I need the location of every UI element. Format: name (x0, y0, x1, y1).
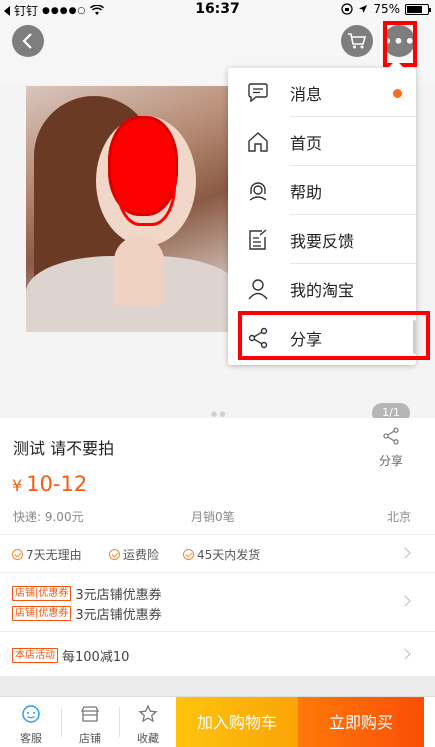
share-item-highlight (238, 311, 430, 360)
chevron-right-icon (399, 595, 411, 607)
coupon-tag: 店铺|优惠券 (12, 586, 72, 601)
home-icon (248, 131, 268, 152)
favorite-label: 收藏 (137, 732, 159, 745)
coupons-row[interactable]: 店铺|优惠券 3元店铺优惠券 店铺|优惠券 3元店铺优惠券 (0, 573, 435, 631)
battery-icon (405, 3, 431, 15)
cart-button[interactable] (341, 25, 373, 57)
cart-icon (348, 33, 367, 49)
product-price: ¥10-12 (12, 472, 87, 496)
coupon-line: 店铺|优惠券 3元店铺优惠券 (12, 604, 162, 623)
chevron-right-icon (399, 547, 411, 559)
product-share-button[interactable]: 分享 (376, 426, 406, 469)
bottom-action-bar: 客服 店铺 收藏 加入购物车 立即购买 (0, 696, 435, 747)
service-item: 45天内发货 (183, 546, 260, 563)
menu-item-feedback[interactable]: 我要反馈 (228, 215, 416, 264)
shop-icon (80, 706, 100, 722)
product-photo[interactable] (26, 86, 240, 332)
chat-bubble-icon (248, 82, 268, 102)
check-circle-icon (183, 549, 194, 560)
add-to-cart-button[interactable]: 加入购物车 (176, 697, 298, 747)
product-title: 测试 请不要拍 (13, 439, 115, 458)
feedback-icon (249, 228, 267, 250)
product-info: 测试 请不要拍 分享 ¥10-12 快递: 9.00元 月销0笔 北京 (0, 418, 435, 534)
star-icon (138, 704, 158, 723)
customer-service-icon (22, 705, 40, 723)
buy-now-button[interactable]: 立即购买 (298, 697, 424, 747)
customer-service-button[interactable]: 客服 (2, 697, 60, 747)
location-arrow-icon (359, 5, 368, 13)
price-value: 10-12 (26, 472, 88, 496)
orientation-lock-icon (341, 3, 353, 15)
chevron-left-icon (22, 33, 32, 49)
services-row[interactable]: 7天无理由 运费险 45天内发货 (0, 535, 435, 572)
activity-line: 本店活动 每100减10 (12, 646, 129, 665)
status-right: 75% (341, 2, 431, 16)
menu-item-label: 我要反馈 (290, 231, 355, 251)
activity-tag: 本店活动 (12, 648, 58, 663)
coupon-line: 店铺|优惠券 3元店铺优惠券 (12, 584, 162, 603)
unread-dot (393, 89, 402, 98)
user-icon (248, 278, 268, 299)
battery-percent: 75% (373, 2, 400, 16)
menu-item-label: 消息 (290, 84, 323, 104)
service-item: 7天无理由 (12, 546, 82, 563)
coupon-tag: 店铺|优惠券 (12, 606, 72, 621)
share-label: 分享 (378, 454, 403, 468)
shop-label: 店铺 (79, 732, 101, 745)
currency-symbol: ¥ (12, 476, 23, 495)
shop-button[interactable]: 店铺 (61, 697, 119, 747)
gallery-dots: ● ● (211, 410, 226, 418)
customer-service-label: 客服 (20, 732, 42, 745)
menu-item-home[interactable]: 首页 (228, 117, 416, 166)
menu-item-messages[interactable]: 消息 (228, 68, 416, 117)
favorite-button[interactable]: 收藏 (119, 697, 177, 747)
menu-item-label: 我的淘宝 (290, 280, 355, 300)
check-circle-icon (12, 549, 23, 560)
back-button[interactable] (12, 25, 44, 57)
menu-item-help[interactable]: 帮助 (228, 166, 416, 215)
ship-from-location: 北京 (387, 510, 412, 524)
menu-item-my-taobao[interactable]: 我的淘宝 (228, 264, 416, 313)
check-circle-icon (109, 549, 120, 560)
shop-activity-row[interactable]: 本店活动 每100减10 (0, 632, 435, 676)
chevron-right-icon (399, 648, 411, 660)
monthly-sales: 月销0笔 (191, 510, 235, 524)
shipping-fee: 快递: 9.00元 (13, 510, 84, 524)
service-item: 运费险 (109, 546, 159, 563)
menu-item-label: 首页 (290, 133, 323, 153)
share-icon (383, 427, 399, 445)
headset-icon (249, 181, 267, 201)
status-bar: 钉钉 ●●●●○ 16:37 75% (0, 0, 435, 20)
menu-item-label: 帮助 (290, 182, 323, 202)
activity-text: 每100减10 (62, 650, 130, 665)
